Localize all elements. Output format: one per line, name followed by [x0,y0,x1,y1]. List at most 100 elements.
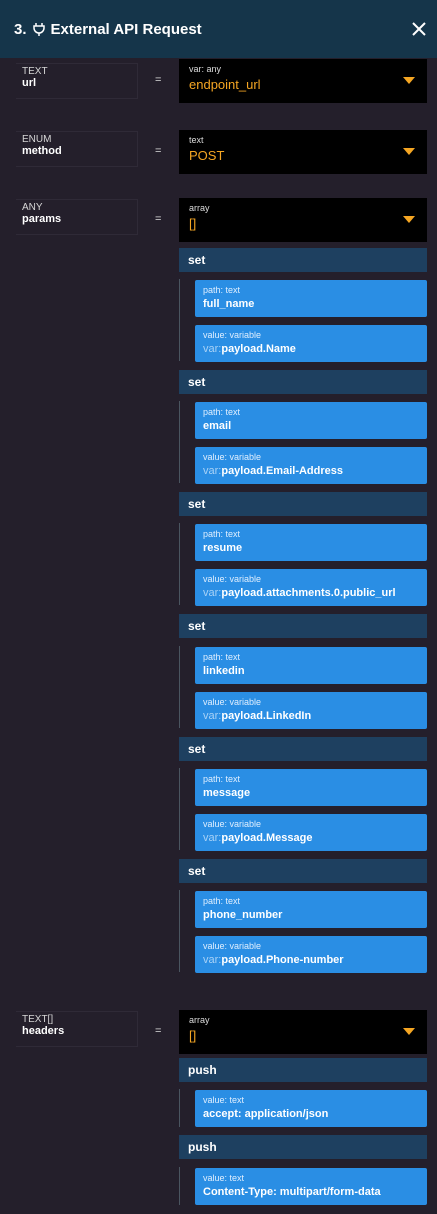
caret-down-icon [403,216,415,223]
params-value-select[interactable]: array [] [179,198,427,242]
set-operation[interactable]: set [179,737,427,761]
tile-type: value: variable [203,452,262,462]
arg-type: TEXT [22,66,48,77]
tile-type: value: variable [203,330,262,340]
set-operation[interactable]: set [179,370,427,394]
var-path: payload.LinkedIn [221,710,312,722]
tile-value: Content-Type: multipart/form-data [203,1186,381,1198]
push-operation[interactable]: push [179,1135,427,1159]
indent-line [179,401,180,483]
tile-value: full_name [203,298,255,310]
tile-value: var:payload.Email-Address [203,465,427,478]
indent-line [179,1167,180,1205]
var-path: payload.attachments.0.public_url [221,587,396,599]
push-operation[interactable]: push [179,1058,427,1082]
tile-value: linkedin [203,665,245,677]
arg-label-headers: TEXT[] headers [16,1011,138,1047]
tile-type: path: text [203,285,241,295]
set-operation[interactable]: set [179,492,427,516]
tile-value: var:payload.Message [203,832,427,845]
step-number: 3. [14,20,27,38]
tile-type: value: variable [203,941,262,951]
value-tile[interactable]: value: variable var:payload.Email-Addres… [195,447,427,484]
path-tile[interactable]: path: text email [195,402,427,439]
select-value: endpoint_url [189,77,261,92]
panel-title: 3. External API Request [14,21,202,38]
arg-type: ENUM [22,134,52,145]
headers-value-select[interactable]: array [] [179,1010,427,1054]
var-path: payload.Name [221,343,296,355]
tile-value: accept: application/json [203,1108,329,1120]
path-tile[interactable]: path: text phone_number [195,891,427,928]
var-path: payload.Phone-number [221,954,344,966]
method-value-select[interactable]: text POST [179,130,427,174]
arg-label-method: ENUM method [16,131,138,167]
value-tile[interactable]: value: variable var:payload.Message [195,814,427,851]
close-icon [412,22,426,36]
tile-type: path: text [203,774,241,784]
value-tile[interactable]: value: variable var:payload.Phone-number [195,936,427,973]
select-type: var: any [189,64,222,74]
select-value: POST [189,148,225,163]
tile-type: path: text [203,652,241,662]
var-prefix: var: [203,465,222,477]
select-type: array [189,203,210,213]
path-tile[interactable]: path: text linkedin [195,647,427,684]
value-tile[interactable]: value: text accept: application/json [195,1090,427,1127]
tile-value: var:payload.attachments.0.public_url [203,587,427,600]
tile-type: value: text [203,1173,245,1183]
value-tile[interactable]: value: variable var:payload.LinkedIn [195,692,427,729]
var-prefix: var: [203,343,222,355]
var-path: payload.Email-Address [221,465,343,477]
tile-type: value: variable [203,574,262,584]
tile-value: phone_number [203,909,283,921]
tile-value: var:payload.LinkedIn [203,710,427,723]
caret-down-icon [403,148,415,155]
var-prefix: var: [203,587,222,599]
indent-line [179,768,180,850]
select-value: [] [189,1028,197,1043]
path-tile[interactable]: path: text resume [195,524,427,561]
var-prefix: var: [203,832,222,844]
tile-type: path: text [203,407,241,417]
equals-sign: = [155,145,162,157]
tile-type: value: variable [203,819,262,829]
caret-down-icon [403,1028,415,1035]
plug-icon [32,22,45,36]
indent-line [179,646,180,728]
tile-type: value: variable [203,697,262,707]
path-tile[interactable]: path: text message [195,769,427,806]
value-tile[interactable]: value: text Content-Type: multipart/form… [195,1168,427,1205]
indent-line [179,523,180,605]
set-operation[interactable]: set [179,614,427,638]
tile-value: var:payload.Phone-number [203,954,427,967]
arg-name: params [22,213,62,225]
set-operation[interactable]: set [179,248,427,272]
equals-sign: = [155,74,162,86]
select-type: text [189,135,204,145]
value-tile[interactable]: value: variable var:payload.attachments.… [195,569,427,606]
set-operation[interactable]: set [179,859,427,883]
arg-name: url [22,77,37,89]
indent-line [179,890,180,972]
indent-line [179,279,180,361]
equals-sign: = [155,1025,162,1037]
step-title: External API Request [50,20,202,38]
arg-label-params: ANY params [16,199,138,235]
close-button[interactable] [407,17,431,41]
tile-value: resume [203,542,243,554]
value-tile[interactable]: value: variable var:payload.Name [195,325,427,362]
tile-type: path: text [203,529,241,539]
tile-value: message [203,787,251,799]
tile-value: email [203,420,232,432]
arg-type: ANY [22,202,43,213]
arg-name: headers [22,1025,65,1037]
arg-type: TEXT[] [22,1014,54,1025]
select-value: [] [189,216,197,231]
url-value-select[interactable]: var: any endpoint_url [179,59,427,103]
caret-down-icon [403,77,415,84]
var-prefix: var: [203,710,222,722]
path-tile[interactable]: path: text full_name [195,280,427,317]
tile-type: path: text [203,896,241,906]
panel-header: 3. External API Request [0,0,437,58]
